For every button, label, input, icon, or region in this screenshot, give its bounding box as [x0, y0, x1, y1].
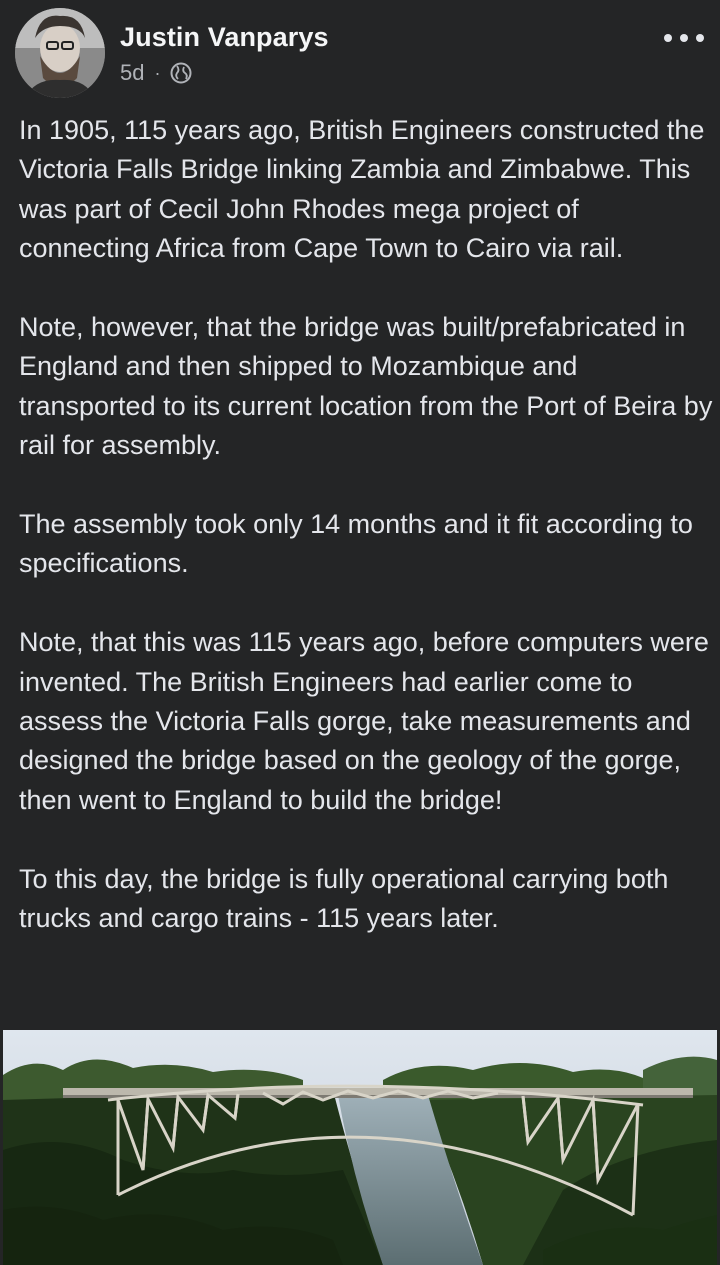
- post-time[interactable]: 5d: [120, 60, 144, 86]
- post-paragraph: Note, however, that the bridge was built…: [19, 312, 713, 461]
- avatar-image: [15, 8, 105, 98]
- post-header: Justin Vanparys 5d ·: [0, 0, 720, 106]
- more-dot: [664, 34, 672, 42]
- post-paragraph: In 1905, 115 years ago, British Engineer…: [19, 115, 705, 264]
- bridge-photo-illustration: [3, 1030, 717, 1265]
- post-meta: 5d ·: [120, 60, 192, 86]
- post-photo[interactable]: [3, 1030, 717, 1265]
- author-name[interactable]: Justin Vanparys: [120, 22, 329, 53]
- post-paragraph: To this day, the bridge is fully operati…: [19, 863, 669, 934]
- avatar[interactable]: [15, 8, 105, 98]
- more-options-icon[interactable]: [664, 26, 704, 50]
- post-body: In 1905, 115 years ago, British Engineer…: [19, 111, 714, 938]
- meta-separator: ·: [154, 62, 161, 83]
- globe-icon[interactable]: [170, 62, 192, 84]
- post-paragraph: Note, that this was 115 years ago, befor…: [19, 627, 709, 815]
- post-paragraph: The assembly took only 14 months and it …: [19, 509, 693, 579]
- more-dot: [680, 34, 688, 42]
- more-dot: [696, 34, 704, 42]
